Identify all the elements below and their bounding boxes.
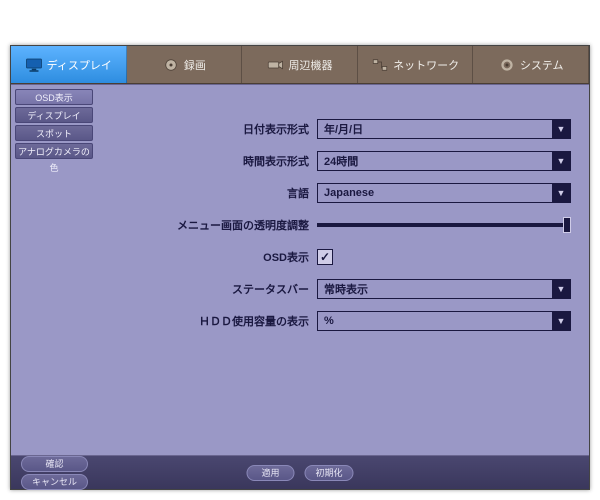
label-language: 言語 [107,185,317,201]
row-time-format: 時間表示形式 24時間 ▼ [107,147,571,175]
sidebar-item-spot[interactable]: スポット [15,125,93,141]
top-tabs: ディスプレイ 録画 周辺機器 ネットワーク システム [11,46,589,84]
sidebar-item-osd[interactable]: OSD表示 [15,89,93,105]
sidebar: OSD表示 ディスプレイ スポット アナログカメラの色 [11,85,97,455]
gear-icon [498,57,516,73]
reset-button[interactable]: 初期化 [304,465,353,481]
combo-language[interactable]: Japanese ▼ [317,183,571,203]
tab-label: 録画 [184,57,206,73]
chevron-down-icon: ▼ [552,280,570,298]
label-osd: OSD表示 [107,249,317,265]
tab-display[interactable]: ディスプレイ [11,46,127,83]
combo-value: 年/月/日 [318,120,552,138]
checkbox-osd[interactable]: ✓ [317,249,333,265]
chevron-down-icon: ▼ [552,152,570,170]
tab-label: 周辺機器 [288,57,332,73]
footer-center: 適用 初期化 [246,465,353,481]
tab-label: ディスプレイ [47,57,112,73]
settings-panel: 日付表示形式 年/月/日 ▼ 時間表示形式 24時間 ▼ [97,85,589,455]
chevron-down-icon: ▼ [552,184,570,202]
combo-value: Japanese [318,184,552,202]
slider-transparency[interactable] [317,223,571,227]
row-statusbar: ステータスバー 常時表示 ▼ [107,275,571,303]
combo-hdd[interactable]: % ▼ [317,311,571,331]
tab-network[interactable]: ネットワーク [358,46,474,83]
combo-date-format[interactable]: 年/月/日 ▼ [317,119,571,139]
monitor-icon [25,57,43,73]
footer-left: 確認 キャンセル [21,456,88,490]
label-statusbar: ステータスバー [107,281,317,297]
slider-thumb[interactable] [563,217,571,233]
footer: 確認 キャンセル 適用 初期化 [11,455,589,489]
label-hdd: ＨＤＤ使用容量の表示 [107,313,317,329]
tab-record[interactable]: 録画 [127,46,243,83]
body: OSD表示 ディスプレイ スポット アナログカメラの色 日付表示形式 年/月/日… [11,84,589,455]
row-osd: OSD表示 ✓ [107,243,571,271]
record-disc-icon [162,57,180,73]
confirm-button[interactable]: 確認 [21,456,88,472]
app-window: ディスプレイ 録画 周辺機器 ネットワーク システム [10,45,590,490]
chevron-down-icon: ▼ [552,120,570,138]
row-language: 言語 Japanese ▼ [107,179,571,207]
combo-value: % [318,312,552,330]
sidebar-item-analog[interactable]: アナログカメラの色 [15,143,93,159]
tab-label: システム [520,57,564,73]
tab-label: ネットワーク [393,57,459,73]
row-hdd: ＨＤＤ使用容量の表示 % ▼ [107,307,571,335]
tab-peripherals[interactable]: 周辺機器 [242,46,358,83]
cancel-button[interactable]: キャンセル [21,474,88,490]
label-time-format: 時間表示形式 [107,153,317,169]
label-transparency: メニュー画面の透明度調整 [107,217,317,233]
slider-track [317,223,571,227]
camera-icon [266,57,284,73]
row-transparency: メニュー画面の透明度調整 [107,211,571,239]
chevron-down-icon: ▼ [552,312,570,330]
apply-button[interactable]: 適用 [246,465,294,481]
tab-system[interactable]: システム [473,46,589,83]
sidebar-item-display[interactable]: ディスプレイ [15,107,93,123]
combo-value: 常時表示 [318,280,552,298]
row-date-format: 日付表示形式 年/月/日 ▼ [107,115,571,143]
combo-time-format[interactable]: 24時間 ▼ [317,151,571,171]
network-icon [371,57,389,73]
combo-statusbar[interactable]: 常時表示 ▼ [317,279,571,299]
combo-value: 24時間 [318,152,552,170]
label-date-format: 日付表示形式 [107,121,317,137]
